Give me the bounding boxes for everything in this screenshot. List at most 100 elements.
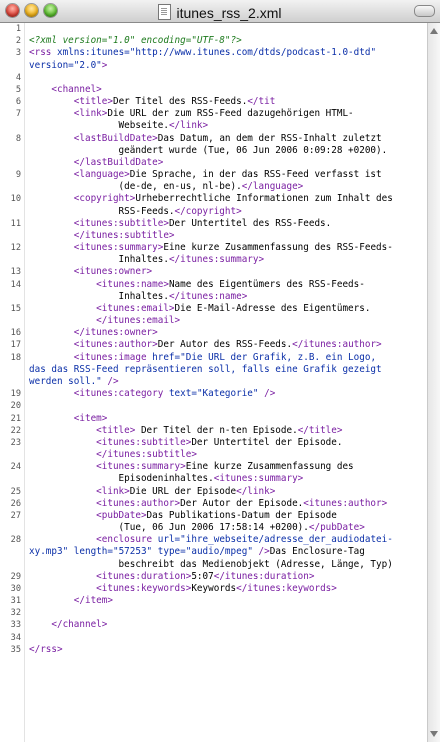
code-line[interactable]: 31 </item> xyxy=(0,595,428,607)
code-line[interactable]: Inhaltes.</itunes:summary> xyxy=(0,254,428,266)
code-line[interactable]: 14 <itunes:name>Name des Eigentümers des… xyxy=(0,279,428,291)
code-line[interactable]: 10 <copyright>Urheberrechtliche Informat… xyxy=(0,193,428,205)
code-token-text: Der Titel der n-ten Episode. xyxy=(135,424,298,436)
code-line[interactable]: 18 <itunes:image href="Die URL der Grafi… xyxy=(0,352,428,364)
code-token-tag: </itunes:name> xyxy=(168,290,248,302)
code-line[interactable]: geändert wurde (Tue, 06 Jun 2006 0:09:28… xyxy=(0,145,428,157)
code-token-tag: <pubDate> xyxy=(29,509,147,521)
code-line[interactable]: 34 xyxy=(0,632,428,644)
code-line[interactable]: 30 <itunes:keywords>Keywords</itunes:key… xyxy=(0,583,428,595)
code-line[interactable]: Episodeninhaltes.<itunes:summary> xyxy=(0,473,428,485)
code-line[interactable]: 26 <itunes:author>Der Autor der Episode.… xyxy=(0,498,428,510)
code-token-tag: > xyxy=(101,59,108,71)
code-token-tag: <enclosure xyxy=(29,534,158,546)
code-line[interactable]: (de-de, en-us, nl-be).</language> xyxy=(0,181,428,193)
line-number: 16 xyxy=(10,328,21,339)
code-line[interactable]: </itunes:subtitle> xyxy=(0,449,428,461)
code-text: <title> Der Titel der n-ten Episode.</ti… xyxy=(29,425,342,437)
code-line[interactable]: 32 xyxy=(0,607,428,619)
code-line[interactable]: 3 <rss xmlns:itunes="http://www.itunes.co… xyxy=(0,47,428,59)
vertical-scrollbar[interactable] xyxy=(427,23,440,742)
code-token-tag: </copyright> xyxy=(174,205,242,217)
line-number: 33 xyxy=(10,620,21,631)
code-line[interactable]: RSS-Feeds.</copyright> xyxy=(0,206,428,218)
code-line[interactable]: 6 <title>Der Titel des RSS-Feeds.</tit xyxy=(0,96,428,108)
code-token-text: (de-de, en-us, nl-be). xyxy=(29,181,242,193)
code-line[interactable]: 2 <?xml version="1.0" encoding="UTF-8"?> xyxy=(0,35,428,47)
editor-window: itunes_rss_2.xml 1 2 <?xml version="1.0" e… xyxy=(0,0,440,742)
scroll-down-icon[interactable] xyxy=(430,731,438,737)
code-line[interactable]: (Tue, 06 Jun 2006 17:58:14 +0200).</pubD… xyxy=(0,522,428,534)
code-line[interactable]: </itunes:email> xyxy=(0,315,428,327)
code-token-decl: <?xml version="1.0" encoding="UTF-8"?> xyxy=(29,35,242,47)
line-number: 21 xyxy=(10,413,21,424)
code-token-tag: </itunes:author> xyxy=(292,339,382,351)
code-line[interactable]: 5 <channel> xyxy=(0,84,428,96)
code-token-text: Der Autor des RSS-Feeds. xyxy=(157,339,293,351)
code-token-value: "audio/mpeg" xyxy=(185,546,253,558)
code-token-tag: <itunes:keywords> xyxy=(29,582,192,594)
code-line[interactable]: 7 <link>Die URL der zum RSS-Feed dazugeh… xyxy=(0,108,428,120)
code-token-value: das das RSS-Feed repräsentieren soll, fa… xyxy=(29,363,382,375)
code-token-attr: type= xyxy=(152,546,186,558)
code-token-attr: url= xyxy=(157,534,181,546)
code-text: </rss> xyxy=(29,644,63,656)
code-line[interactable]: 25 <link>Die URL der Episode</link> xyxy=(0,486,428,498)
code-token-tag: </language> xyxy=(241,181,304,193)
code-line[interactable]: 17 <itunes:author>Der Autor des RSS-Feed… xyxy=(0,339,428,351)
code-line[interactable]: 20 xyxy=(0,400,428,412)
code-line[interactable]: 8 <lastBuildDate>Das Datum, an dem der R… xyxy=(0,133,428,145)
window-title: itunes_rss_2.xml xyxy=(176,5,282,21)
code-line[interactable]: werden soll." /> xyxy=(0,376,428,388)
code-line[interactable]: Inhaltes.</itunes:name> xyxy=(0,291,428,303)
code-line[interactable]: 9 <language>Die Sprache, in der das RSS-… xyxy=(0,169,428,181)
toolbar-toggle-button[interactable] xyxy=(414,5,435,17)
code-line[interactable]: 1 xyxy=(0,23,428,35)
scroll-up-icon[interactable] xyxy=(430,28,438,34)
code-line[interactable]: beschreibt das Medienobjekt (Adresse, Lä… xyxy=(0,559,428,571)
line-number: 29 xyxy=(10,571,21,582)
code-line[interactable]: 22 <title> Der Titel der n-ten Episode.<… xyxy=(0,425,428,437)
line-number: 7 xyxy=(15,109,21,120)
title-bar[interactable]: itunes_rss_2.xml xyxy=(0,0,440,23)
code-line[interactable]: Webseite.</link> xyxy=(0,120,428,132)
line-number: 18 xyxy=(10,352,21,363)
code-text: <link>Die URL der Episode</link> xyxy=(29,486,275,498)
line-number: 2 xyxy=(15,36,21,47)
line-number: 6 xyxy=(15,97,21,108)
code-line[interactable]: 27 <pubDate>Das Publikations-Datum der E… xyxy=(0,510,428,522)
code-editor[interactable]: 1 2 <?xml version="1.0" encoding="UTF-8"?>… xyxy=(0,23,428,742)
code-token-tag: <lastBuildDate> xyxy=(29,132,158,144)
line-number: 27 xyxy=(10,510,21,521)
line-number: 30 xyxy=(10,583,21,594)
code-line[interactable]: 13 <itunes:owner> xyxy=(0,266,428,278)
code-line[interactable]: das das RSS-Feed repräsentieren soll, fa… xyxy=(0,364,428,376)
code-line[interactable]: 16 </itunes:owner> xyxy=(0,327,428,339)
code-text: <pubDate>Das Publikations-Datum der Epis… xyxy=(29,510,337,522)
code-line[interactable]: 15 <itunes:email>Die E-Mail-Adresse des … xyxy=(0,303,428,315)
code-token-text: Der Titel des RSS-Feeds. xyxy=(112,96,248,108)
code-line[interactable]: 4 xyxy=(0,72,428,84)
code-line[interactable]: 29 <itunes:duration>5:07</itunes:duratio… xyxy=(0,571,428,583)
code-line[interactable]: xy.mp3" length="57253" type="audio/mpeg"… xyxy=(0,546,428,558)
code-token-text: Die URL der Episode xyxy=(129,485,237,497)
line-number: 8 xyxy=(15,133,21,144)
code-token-attr: href= xyxy=(152,351,181,363)
code-line[interactable]: 19 <itunes:category text="Kategorie" /> xyxy=(0,388,428,400)
code-line[interactable]: 21 <item> xyxy=(0,413,428,425)
code-token-text: Die E-Mail-Adresse des Eigentümers. xyxy=(174,302,371,314)
code-line[interactable]: </itunes:subtitle> xyxy=(0,230,428,242)
code-token-text: Urheberrechtliche Informationen zum Inha… xyxy=(135,193,393,205)
code-line[interactable]: version="2.0"> xyxy=(0,60,428,72)
code-line[interactable]: 28 <enclosure url="ihre_webseite/adresse… xyxy=(0,534,428,546)
code-line[interactable]: 11 <itunes:subtitle>Der Untertitel des R… xyxy=(0,218,428,230)
code-token-text: Die Sprache, in der das RSS-Feed verfass… xyxy=(129,169,382,181)
code-text: <language>Die Sprache, in der das RSS-Fe… xyxy=(29,169,382,181)
code-line[interactable]: 35 </rss> xyxy=(0,644,428,656)
code-line[interactable]: 33 </channel> xyxy=(0,619,428,631)
code-line[interactable]: 12 <itunes:summary>Eine kurze Zusammenfa… xyxy=(0,242,428,254)
code-line[interactable]: </lastBuildDate> xyxy=(0,157,428,169)
code-token-tag: <itunes:name> xyxy=(29,278,169,290)
code-line[interactable]: 23 <itunes:subtitle>Der Untertitel der E… xyxy=(0,437,428,449)
code-line[interactable]: 24 <itunes:summary>Eine kurze Zusammenfa… xyxy=(0,461,428,473)
